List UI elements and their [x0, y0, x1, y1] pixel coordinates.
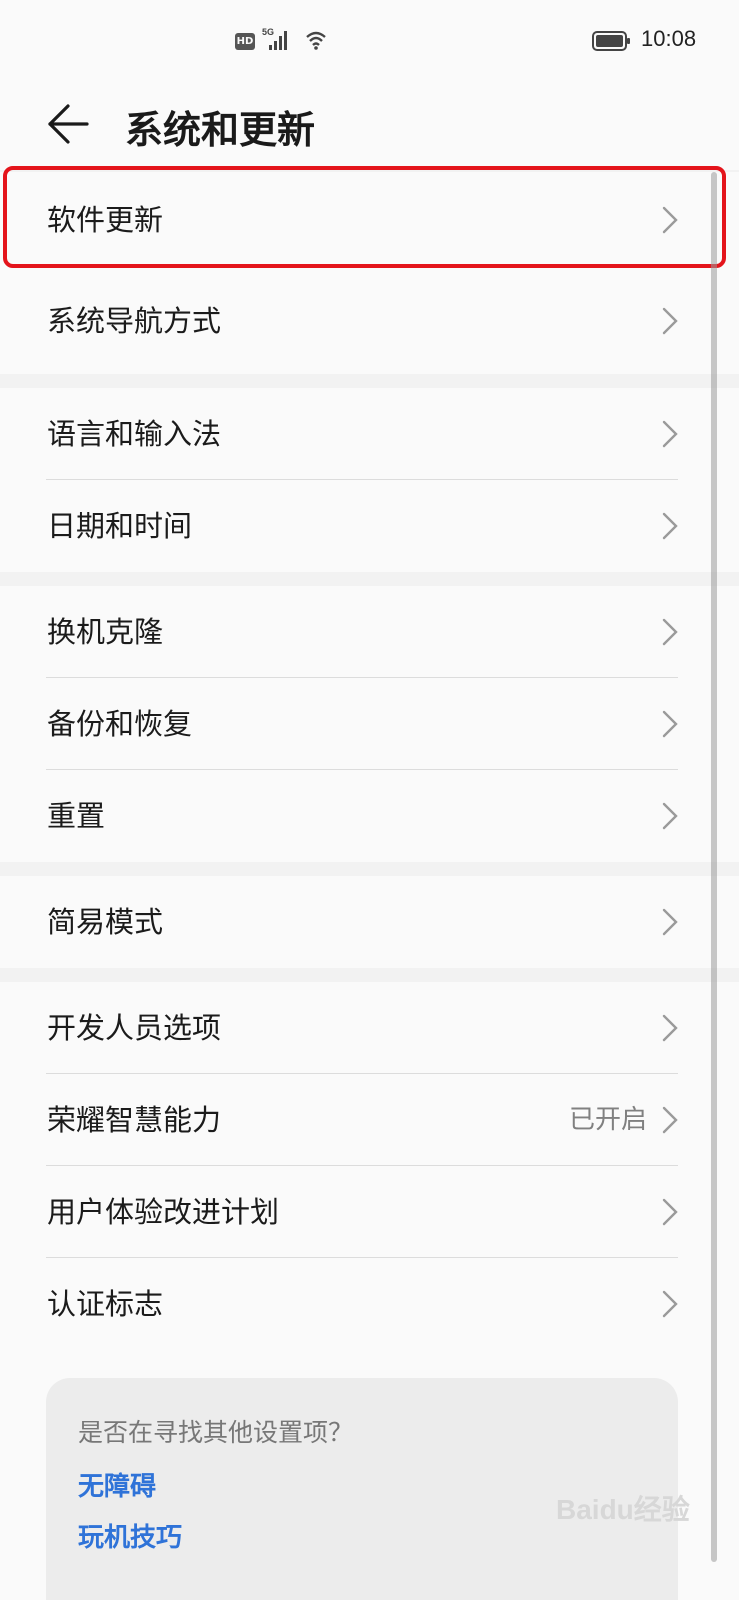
chevron-right-icon — [662, 908, 678, 936]
chevron-right-icon — [662, 1014, 678, 1042]
list-item-language-input[interactable]: 语言和输入法 — [0, 388, 739, 480]
list-item-certification-logos[interactable]: 认证标志 — [0, 1258, 739, 1350]
chevron-right-icon — [662, 710, 678, 738]
list-item-simple-mode[interactable]: 简易模式 — [0, 876, 739, 968]
list-item-label: 换机克隆 — [47, 615, 164, 649]
list-item-user-experience-program[interactable]: 用户体验改进计划 — [0, 1166, 739, 1258]
chevron-right-icon — [662, 618, 678, 646]
cellular-signal-icon: 5G — [262, 26, 294, 56]
list-item-system-navigation[interactable]: 系统导航方式 — [0, 269, 739, 374]
list-item-phone-clone[interactable]: 换机克隆 — [0, 586, 739, 678]
list-item-label: 用户体验改进计划 — [47, 1195, 280, 1229]
list-item-honor-smart-capability[interactable]: 荣耀智慧能力 已开启 — [0, 1074, 739, 1166]
settings-group-4: 简易模式 — [0, 876, 739, 968]
chevron-right-icon — [662, 512, 678, 540]
list-item-label: 备份和恢复 — [47, 707, 193, 741]
highlight-frame — [3, 166, 726, 268]
watermark: Baidu经验 — [556, 1494, 690, 1525]
list-item-label: 重置 — [47, 799, 106, 833]
chevron-right-icon — [662, 420, 678, 448]
wifi-icon — [305, 29, 327, 55]
list-item-label: 开发人员选项 — [47, 1011, 222, 1045]
back-button[interactable] — [46, 102, 90, 150]
list-item-label: 荣耀智慧能力 — [47, 1103, 222, 1137]
list-item-backup-restore[interactable]: 备份和恢复 — [0, 678, 739, 770]
chevron-right-icon — [662, 1290, 678, 1318]
app-header: 系统和更新 — [0, 80, 739, 170]
scrollbar[interactable] — [711, 172, 717, 1562]
list-item-label: 简易模式 — [47, 905, 164, 939]
link-accessibility[interactable]: 无障碍 — [78, 1466, 156, 1503]
battery-icon — [592, 31, 632, 55]
list-item-date-time[interactable]: 日期和时间 — [0, 480, 739, 572]
list-item-developer-options[interactable]: 开发人员选项 — [0, 982, 739, 1074]
clock: 10:08 — [641, 26, 697, 51]
link-phone-tips[interactable]: 玩机技巧 — [78, 1517, 182, 1554]
status-bar: HD 5G 10:08 — [0, 0, 739, 80]
chevron-right-icon — [662, 1198, 678, 1226]
list-item-label: 语言和输入法 — [47, 417, 222, 451]
chevron-right-icon — [662, 802, 678, 830]
list-item-label: 认证标志 — [47, 1287, 164, 1321]
svg-text:5G: 5G — [262, 27, 274, 37]
list-item-label: 系统导航方式 — [47, 304, 222, 338]
settings-group-3: 换机克隆 备份和恢复 重置 — [0, 586, 739, 862]
back-arrow-icon — [48, 104, 89, 144]
chevron-right-icon — [662, 307, 678, 335]
settings-group-2: 语言和输入法 日期和时间 — [0, 388, 739, 572]
page-title: 系统和更新 — [125, 108, 316, 152]
chevron-right-icon — [662, 1106, 678, 1134]
suggestion-question: 是否在寻找其他设置项？ — [78, 1418, 354, 1447]
list-item-label: 日期和时间 — [47, 509, 193, 543]
hd-icon: HD — [235, 33, 255, 50]
status-value: 已开启 — [568, 1105, 647, 1135]
list-item-reset[interactable]: 重置 — [0, 770, 739, 862]
